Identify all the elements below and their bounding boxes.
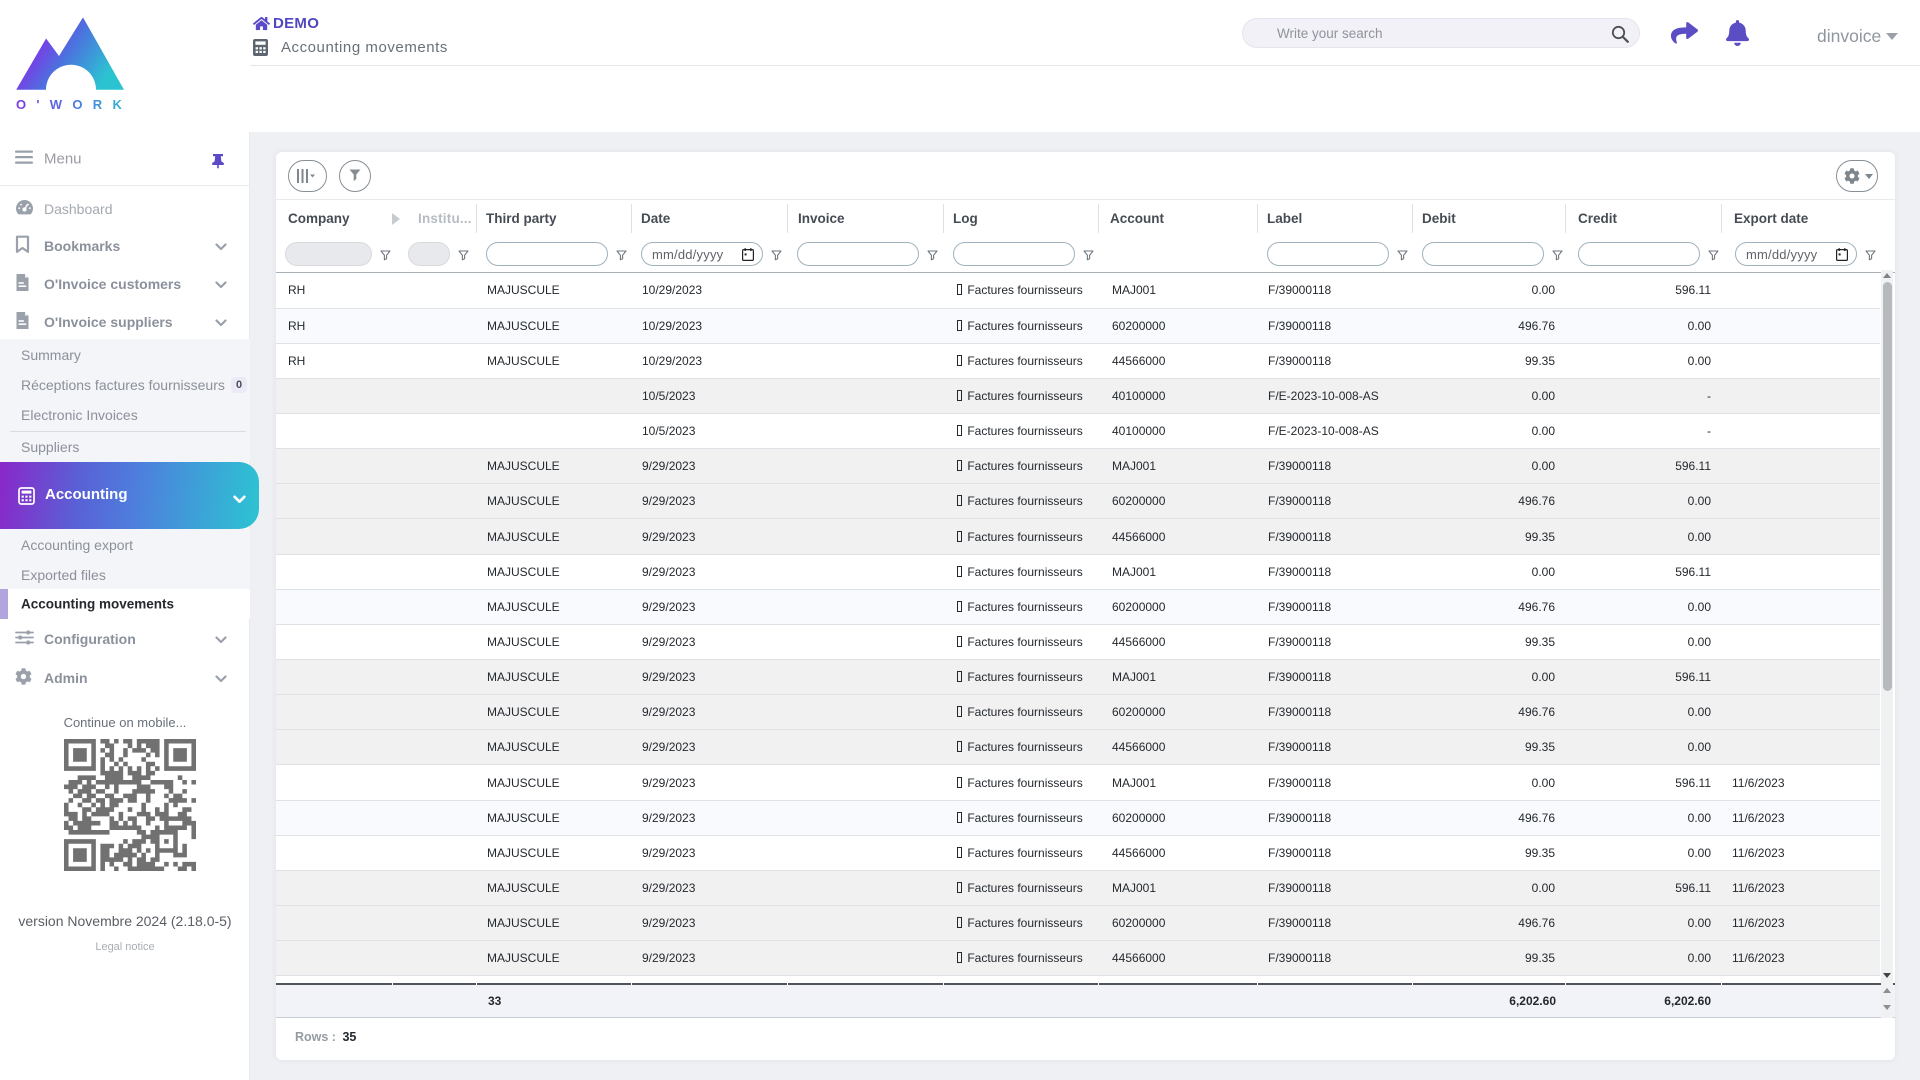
svg-text:O'WORK: O'WORK — [16, 97, 126, 112]
